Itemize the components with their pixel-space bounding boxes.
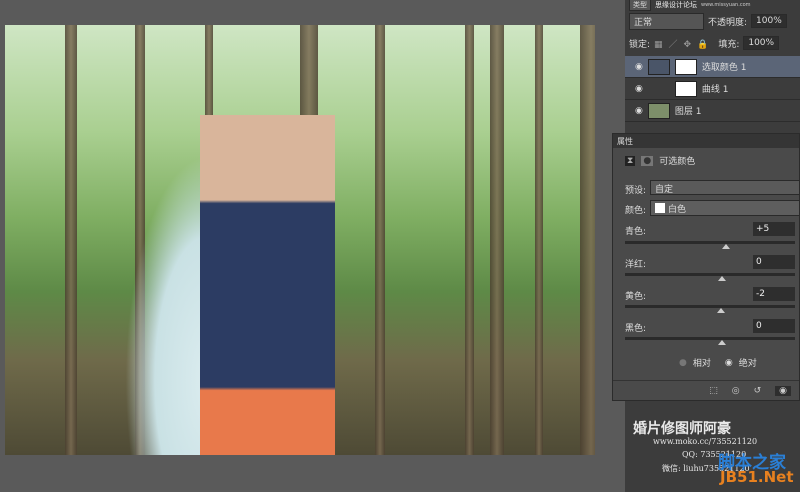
layer-name: 选取颜色 1 (701, 63, 747, 73)
clip-to-layer-icon[interactable]: ⬚ (709, 386, 718, 396)
layer-name: 曲线 1 (701, 85, 729, 95)
magenta-slider[interactable] (625, 273, 795, 281)
slider-knob[interactable] (722, 244, 730, 249)
opacity-label: 不透明度: (708, 17, 748, 28)
cyan-slider[interactable] (625, 241, 795, 249)
tab-properties[interactable]: 属性 (613, 134, 799, 148)
yellow-label: 黄色: (625, 292, 647, 302)
absolute-label: 绝对 (738, 359, 757, 369)
black-input[interactable]: 0 (753, 319, 795, 333)
colors-label: 颜色: (625, 206, 647, 216)
yellow-input[interactable]: -2 (753, 287, 795, 301)
black-slider[interactable] (625, 337, 795, 345)
mask-thumb (674, 58, 697, 75)
fill-label: 填充: (718, 39, 740, 50)
preset-label: 预设: (625, 186, 647, 196)
eye-icon[interactable]: ◉ (635, 62, 643, 72)
white-swatch (655, 203, 665, 213)
slider-knob[interactable] (718, 276, 726, 281)
properties-panel: 属性 ⧗ ● 可选颜色 预设: 自定 颜色: 白色 青色: +5 洋红: 0 黄… (612, 133, 800, 401)
watermark-url: www.missyuan.com (701, 2, 751, 8)
adjustment-icon: ⧗ (625, 155, 636, 166)
view-previous-icon[interactable]: ◎ (732, 386, 740, 396)
cyan-input[interactable]: +5 (753, 222, 795, 236)
eye-icon[interactable]: ◉ (635, 106, 643, 116)
watermark-site: 思缘设计论坛 (655, 1, 697, 9)
slider-knob[interactable] (717, 308, 725, 313)
layer-row[interactable]: ◉ 曲线 1 (625, 78, 800, 100)
groom (200, 115, 335, 455)
properties-title: 可选颜色 (659, 157, 696, 167)
radio-relative[interactable]: ● (679, 358, 687, 368)
reset-icon[interactable]: ↺ (754, 386, 762, 396)
adjustment-thumb (647, 80, 670, 97)
kind-filter[interactable]: 类型 (629, 0, 651, 11)
site-logo-bottom: JB51.Net (720, 468, 794, 486)
document-canvas (0, 0, 625, 492)
radio-absolute[interactable]: ◉ (725, 358, 733, 368)
black-label: 黑色: (625, 324, 647, 334)
adjustment-thumb (647, 58, 670, 75)
fill-input[interactable]: 100% (743, 36, 780, 50)
layer-name: 图层 1 (674, 107, 702, 117)
wedding-photo (5, 25, 595, 455)
magenta-label: 洋红: (625, 260, 647, 270)
colors-select[interactable]: 白色 (650, 200, 800, 216)
blend-mode-select[interactable]: 正常 (629, 12, 704, 30)
credits-url: www.moko.cc/735521120 (653, 437, 758, 446)
mask-thumb (674, 80, 697, 97)
cyan-label: 青色: (625, 227, 647, 237)
lock-icons[interactable]: ▦／✥🔒 (654, 37, 714, 50)
credits-name: 婚片修图师阿豪 (633, 421, 731, 437)
preset-select[interactable]: 自定 (650, 180, 800, 195)
magenta-input[interactable]: 0 (753, 255, 795, 269)
layer-thumb (647, 102, 670, 119)
relative-label: 相对 (692, 359, 711, 369)
lock-label: 锁定: (629, 39, 651, 50)
opacity-input[interactable]: 100% (751, 14, 787, 28)
eye-icon[interactable]: ◉ (635, 84, 643, 94)
visibility-icon[interactable]: ◉ (775, 385, 791, 396)
slider-knob[interactable] (718, 340, 726, 345)
layer-row[interactable]: ◉ 选取颜色 1 (625, 56, 800, 78)
layer-row[interactable]: ◉ 图层 1 (625, 100, 800, 122)
mask-icon[interactable]: ● (641, 155, 654, 166)
colors-value: 白色 (668, 204, 687, 215)
yellow-slider[interactable] (625, 305, 795, 313)
